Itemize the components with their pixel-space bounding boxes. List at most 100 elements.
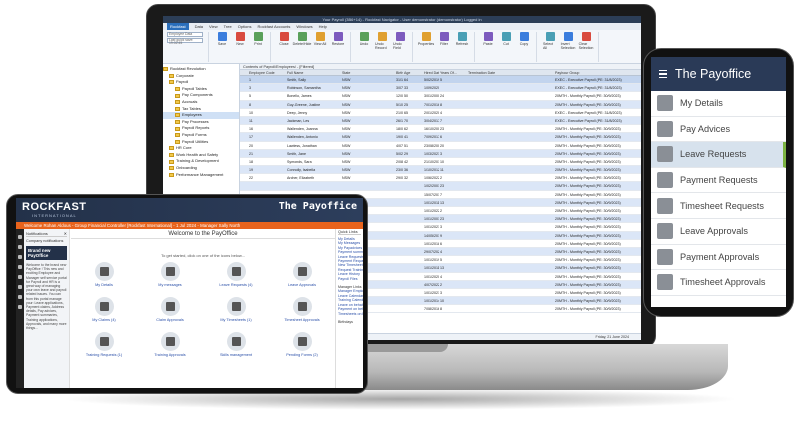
tree-item[interactable]: Payroll Forms xyxy=(163,132,239,139)
tile-claim-approvals[interactable]: Claim Approvals xyxy=(137,297,203,328)
table-row[interactable]: 8 Guy-Greene, Justine NSW 5/10/199825 7/01/2… xyxy=(240,100,641,109)
close-icon[interactable]: ✕ xyxy=(64,230,67,236)
ribbon-button-undo-record[interactable]: Undo Record xyxy=(375,32,389,50)
ribbon-button-delete-hide[interactable]: Delete/Hide xyxy=(293,32,311,46)
table-row[interactable]: 16 Wallenden, Joanna NSW 18/08/196262 16/10/… xyxy=(240,125,641,134)
table-row[interactable]: 5Bonello, JamesNSW12/04/1974503/01/20002… xyxy=(240,92,641,101)
tree-item[interactable]: Payroll Reports xyxy=(163,125,239,132)
tile-timesheet-approvals[interactable]: Timesheet Approvals xyxy=(269,297,335,328)
person-icon[interactable] xyxy=(18,245,22,249)
tree-item[interactable]: Pay Components xyxy=(163,92,239,99)
company-notifications[interactable]: Company notifications xyxy=(26,239,67,243)
money-icon[interactable] xyxy=(18,275,22,279)
menu-item-help[interactable]: Help xyxy=(319,23,327,30)
column-header[interactable]: Full Name xyxy=(286,70,341,75)
tile-pending-forms[interactable]: Pending Forms (2) xyxy=(269,332,335,363)
ribbon-button-view-all[interactable]: View All xyxy=(313,32,327,46)
menu-item-windows[interactable]: Windows xyxy=(296,23,312,30)
menu-item-rockfast[interactable]: Rockfast xyxy=(167,23,189,30)
column-header[interactable]: Termination Date xyxy=(467,70,554,75)
tree-item[interactable]: Corporate xyxy=(163,73,239,80)
table-row[interactable]: 17 Wallenden, Antonio NSW 19/01/198341 7/09/… xyxy=(240,133,641,142)
search-input[interactable]: Employee Data xyxy=(167,32,203,37)
column-header[interactable]: Age xyxy=(403,70,423,75)
phone-menu-pay-advices[interactable]: Pay Advices xyxy=(651,117,786,143)
phone-menu-payment-requests[interactable]: Payment Requests xyxy=(651,168,786,194)
table-row[interactable]: 19 Connolly, Isabella NSW 23/08/198736 1/10/… xyxy=(240,166,641,175)
tree-item[interactable]: Pay Processes xyxy=(163,119,239,126)
quick-link[interactable]: Payment summaries xyxy=(338,250,363,254)
ribbon-button-restore[interactable]: Restore xyxy=(331,32,345,46)
tree-item[interactable]: Training & Development xyxy=(163,158,239,165)
tree-item[interactable]: Payroll Tables xyxy=(163,86,239,93)
column-header[interactable]: Birth Date xyxy=(395,70,403,75)
tree-item[interactable]: Payroll xyxy=(163,79,239,86)
manager-link[interactable]: Timesheets on behalf xyxy=(338,312,363,316)
graduation-icon[interactable] xyxy=(18,295,22,299)
ribbon-button-paste[interactable]: Paste xyxy=(481,32,495,46)
ribbon-button-invert-selection[interactable]: Invert Selection xyxy=(561,32,575,50)
tree-item[interactable]: Tax Tables xyxy=(163,106,239,113)
ribbon-button-save[interactable]: Save xyxy=(215,32,229,46)
column-header[interactable]: Hired Date xyxy=(423,70,439,75)
phone-menu-payment-approvals[interactable]: Payment Approvals xyxy=(651,245,786,271)
ribbon-button-undo-field[interactable]: Undo Field xyxy=(393,32,407,50)
table-row[interactable]: 10 Deep, Jenny NSW 21/01/195965 2/01/20204 EX… xyxy=(240,109,641,117)
tile-my-timesheets[interactable]: My Timesheets (1) xyxy=(203,297,269,328)
menu-item-options[interactable]: Options xyxy=(238,23,252,30)
tile-my-details[interactable]: My Details xyxy=(71,262,137,293)
menu-item-view[interactable]: View xyxy=(209,23,218,30)
document-icon[interactable] xyxy=(18,255,22,259)
manager-link[interactable]: Payment on behalf xyxy=(338,307,363,311)
ribbon-button-refresh[interactable]: Refresh xyxy=(455,32,469,46)
tile-skills-management[interactable]: Skills management xyxy=(203,332,269,363)
clock-icon[interactable] xyxy=(18,285,22,289)
menu-item-tree[interactable]: Tree xyxy=(224,23,232,30)
table-row[interactable]: 22 Archer, Elizabeth NSW 29/06/199232 1/06/2… xyxy=(240,174,641,183)
quick-link[interactable]: Leave History xyxy=(338,272,361,276)
ribbon-button-print[interactable]: Print xyxy=(251,32,265,46)
phone-menu-timesheet-requests[interactable]: Timesheet Requests xyxy=(651,193,786,219)
ribbon-button-filter[interactable]: Filter xyxy=(437,32,451,46)
ribbon-button-select-all[interactable]: Select All xyxy=(543,32,557,50)
ribbon-button-clear-selection[interactable]: Clear Selection xyxy=(579,32,593,50)
table-row[interactable]: 11 Jackman, Les NSW 26/11/195370 3/04/20177 E… xyxy=(240,116,641,126)
table-row[interactable]: 18 Symonds, Sara NSW 2/08/198142 21/10/20131… xyxy=(240,158,641,167)
menu-item-data[interactable]: Data xyxy=(195,23,203,30)
tree-item[interactable]: Work Health and Safety xyxy=(163,152,239,159)
quick-link[interactable]: Payroll Files xyxy=(338,277,361,281)
calendar-icon[interactable] xyxy=(18,265,22,269)
column-header[interactable]: Payhour Group xyxy=(554,70,641,75)
ribbon-button-new[interactable]: New xyxy=(233,32,247,46)
ribbon-button-copy[interactable]: Copy xyxy=(517,32,531,46)
phone-menu-timesheet-approvals[interactable]: Timesheet Approvals xyxy=(651,270,786,296)
tree-item[interactable]: Accruals xyxy=(163,99,239,106)
tile-training-requests[interactable]: Training Requests (1) xyxy=(71,332,137,363)
table-row[interactable]: 1/02/2001 23 20MTH - Monthly Payroll (PE: … xyxy=(240,182,641,191)
tree-item[interactable]: HR Core xyxy=(163,145,239,152)
column-header[interactable] xyxy=(240,70,248,75)
column-header[interactable]: Years Of... xyxy=(439,70,467,75)
phone-menu-my-details[interactable]: My Details xyxy=(651,91,786,117)
hamburger-menu-icon[interactable] xyxy=(659,69,667,79)
tree-root[interactable]: Rockfast Revolution xyxy=(163,66,239,73)
home-icon[interactable] xyxy=(18,235,22,239)
tree-item[interactable]: Onboarding xyxy=(163,165,239,172)
phone-menu-leave-approvals[interactable]: Leave Approvals xyxy=(651,219,786,245)
tree-item[interactable]: Payroll Utilities xyxy=(163,139,239,146)
column-header[interactable]: Employee Code xyxy=(248,70,286,75)
ribbon-button-undo[interactable]: Undo xyxy=(357,32,371,46)
tile-my-messages[interactable]: My messages xyxy=(137,262,203,293)
ribbon-button-close[interactable]: Close xyxy=(277,32,291,46)
tree-item[interactable]: Employees xyxy=(163,112,239,119)
table-row[interactable]: 1 Smith, Sally NSW 31/10/195964 5/02/20195 EX… xyxy=(240,76,641,85)
table-row[interactable]: 3 Robinson, Samantha NSW 3/07/199033 1/09/20… xyxy=(240,84,641,93)
tree-item[interactable]: Performance Management xyxy=(163,172,239,179)
tile-leave-requests[interactable]: Leave Requests (4) xyxy=(203,262,269,293)
ribbon-button-cut[interactable]: Cut xyxy=(499,32,513,46)
menu-item-rockfast-accounts[interactable]: Rockfast Accounts xyxy=(258,23,291,30)
column-header[interactable]: State xyxy=(341,70,395,75)
phone-menu-leave-requests[interactable]: Leave Requests xyxy=(651,142,786,168)
tile-training-approvals[interactable]: Training Approvals xyxy=(137,332,203,363)
tile-my-claims[interactable]: My Claims (4) xyxy=(71,297,137,328)
